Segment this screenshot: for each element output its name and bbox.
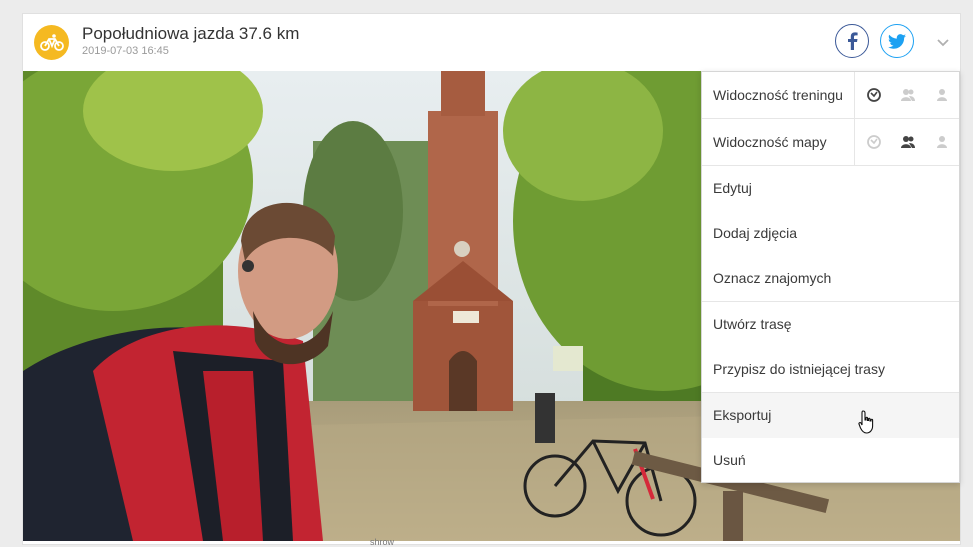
globe-icon[interactable] — [866, 87, 882, 103]
menu-item-label: Oznacz znajomych — [713, 270, 832, 286]
private-icon[interactable] — [934, 134, 950, 150]
map-visibility-row: Widoczność mapy — [702, 119, 959, 166]
menu-item-label: Eksportuj — [713, 407, 772, 423]
divider — [854, 119, 855, 165]
menu-item-edit[interactable]: Edytuj — [702, 166, 959, 211]
menu-item-label: Utwórz trasę — [713, 316, 792, 332]
menu-item-delete[interactable]: Usuń — [702, 438, 959, 483]
menu-item-create-route[interactable]: Utwórz trasę — [702, 302, 959, 347]
menu-item-label: Dodaj zdjęcia — [713, 225, 798, 241]
chevron-down-icon[interactable] — [935, 34, 951, 50]
friends-icon[interactable] — [900, 87, 916, 103]
activity-title[interactable]: Popołudniowa jazda 37.6 km — [82, 24, 299, 44]
menu-item-label: Edytuj — [713, 180, 752, 196]
training-visibility-label: Widoczność treningu — [713, 87, 843, 103]
activity-header: Popołudniowa jazda 37.6 km 2019-07-03 16… — [23, 14, 960, 71]
facebook-share-button[interactable] — [835, 24, 869, 58]
twitter-icon — [888, 33, 906, 49]
map-visibility-label: Widoczność mapy — [713, 134, 827, 150]
activity-date: 2019-07-03 16:45 — [82, 45, 169, 57]
menu-item-add-photos[interactable]: Dodaj zdjęcia — [702, 211, 959, 256]
menu-item-assign-route[interactable]: Przypisz do istniejącej trasy — [702, 347, 959, 392]
menu-item-label: Przypisz do istniejącej trasy — [713, 361, 885, 377]
divider — [854, 72, 855, 118]
menu-item-tag-friends[interactable]: Oznacz znajomych — [702, 256, 959, 301]
cycling-icon — [34, 25, 69, 60]
menu-item-export[interactable]: Eksportuj — [702, 393, 959, 438]
activity-options-menu: Widoczność treningu Widoczność mapy Edyt… — [701, 71, 960, 483]
training-visibility-row: Widoczność treningu — [702, 72, 959, 119]
private-icon[interactable] — [934, 87, 950, 103]
photo-caption: shrow — [370, 537, 395, 547]
twitter-share-button[interactable] — [880, 24, 914, 58]
menu-item-label: Usuń — [713, 452, 746, 468]
facebook-icon — [848, 32, 858, 50]
hand-cursor-icon — [858, 410, 876, 439]
globe-icon[interactable] — [866, 134, 882, 150]
friends-icon[interactable] — [900, 134, 916, 150]
